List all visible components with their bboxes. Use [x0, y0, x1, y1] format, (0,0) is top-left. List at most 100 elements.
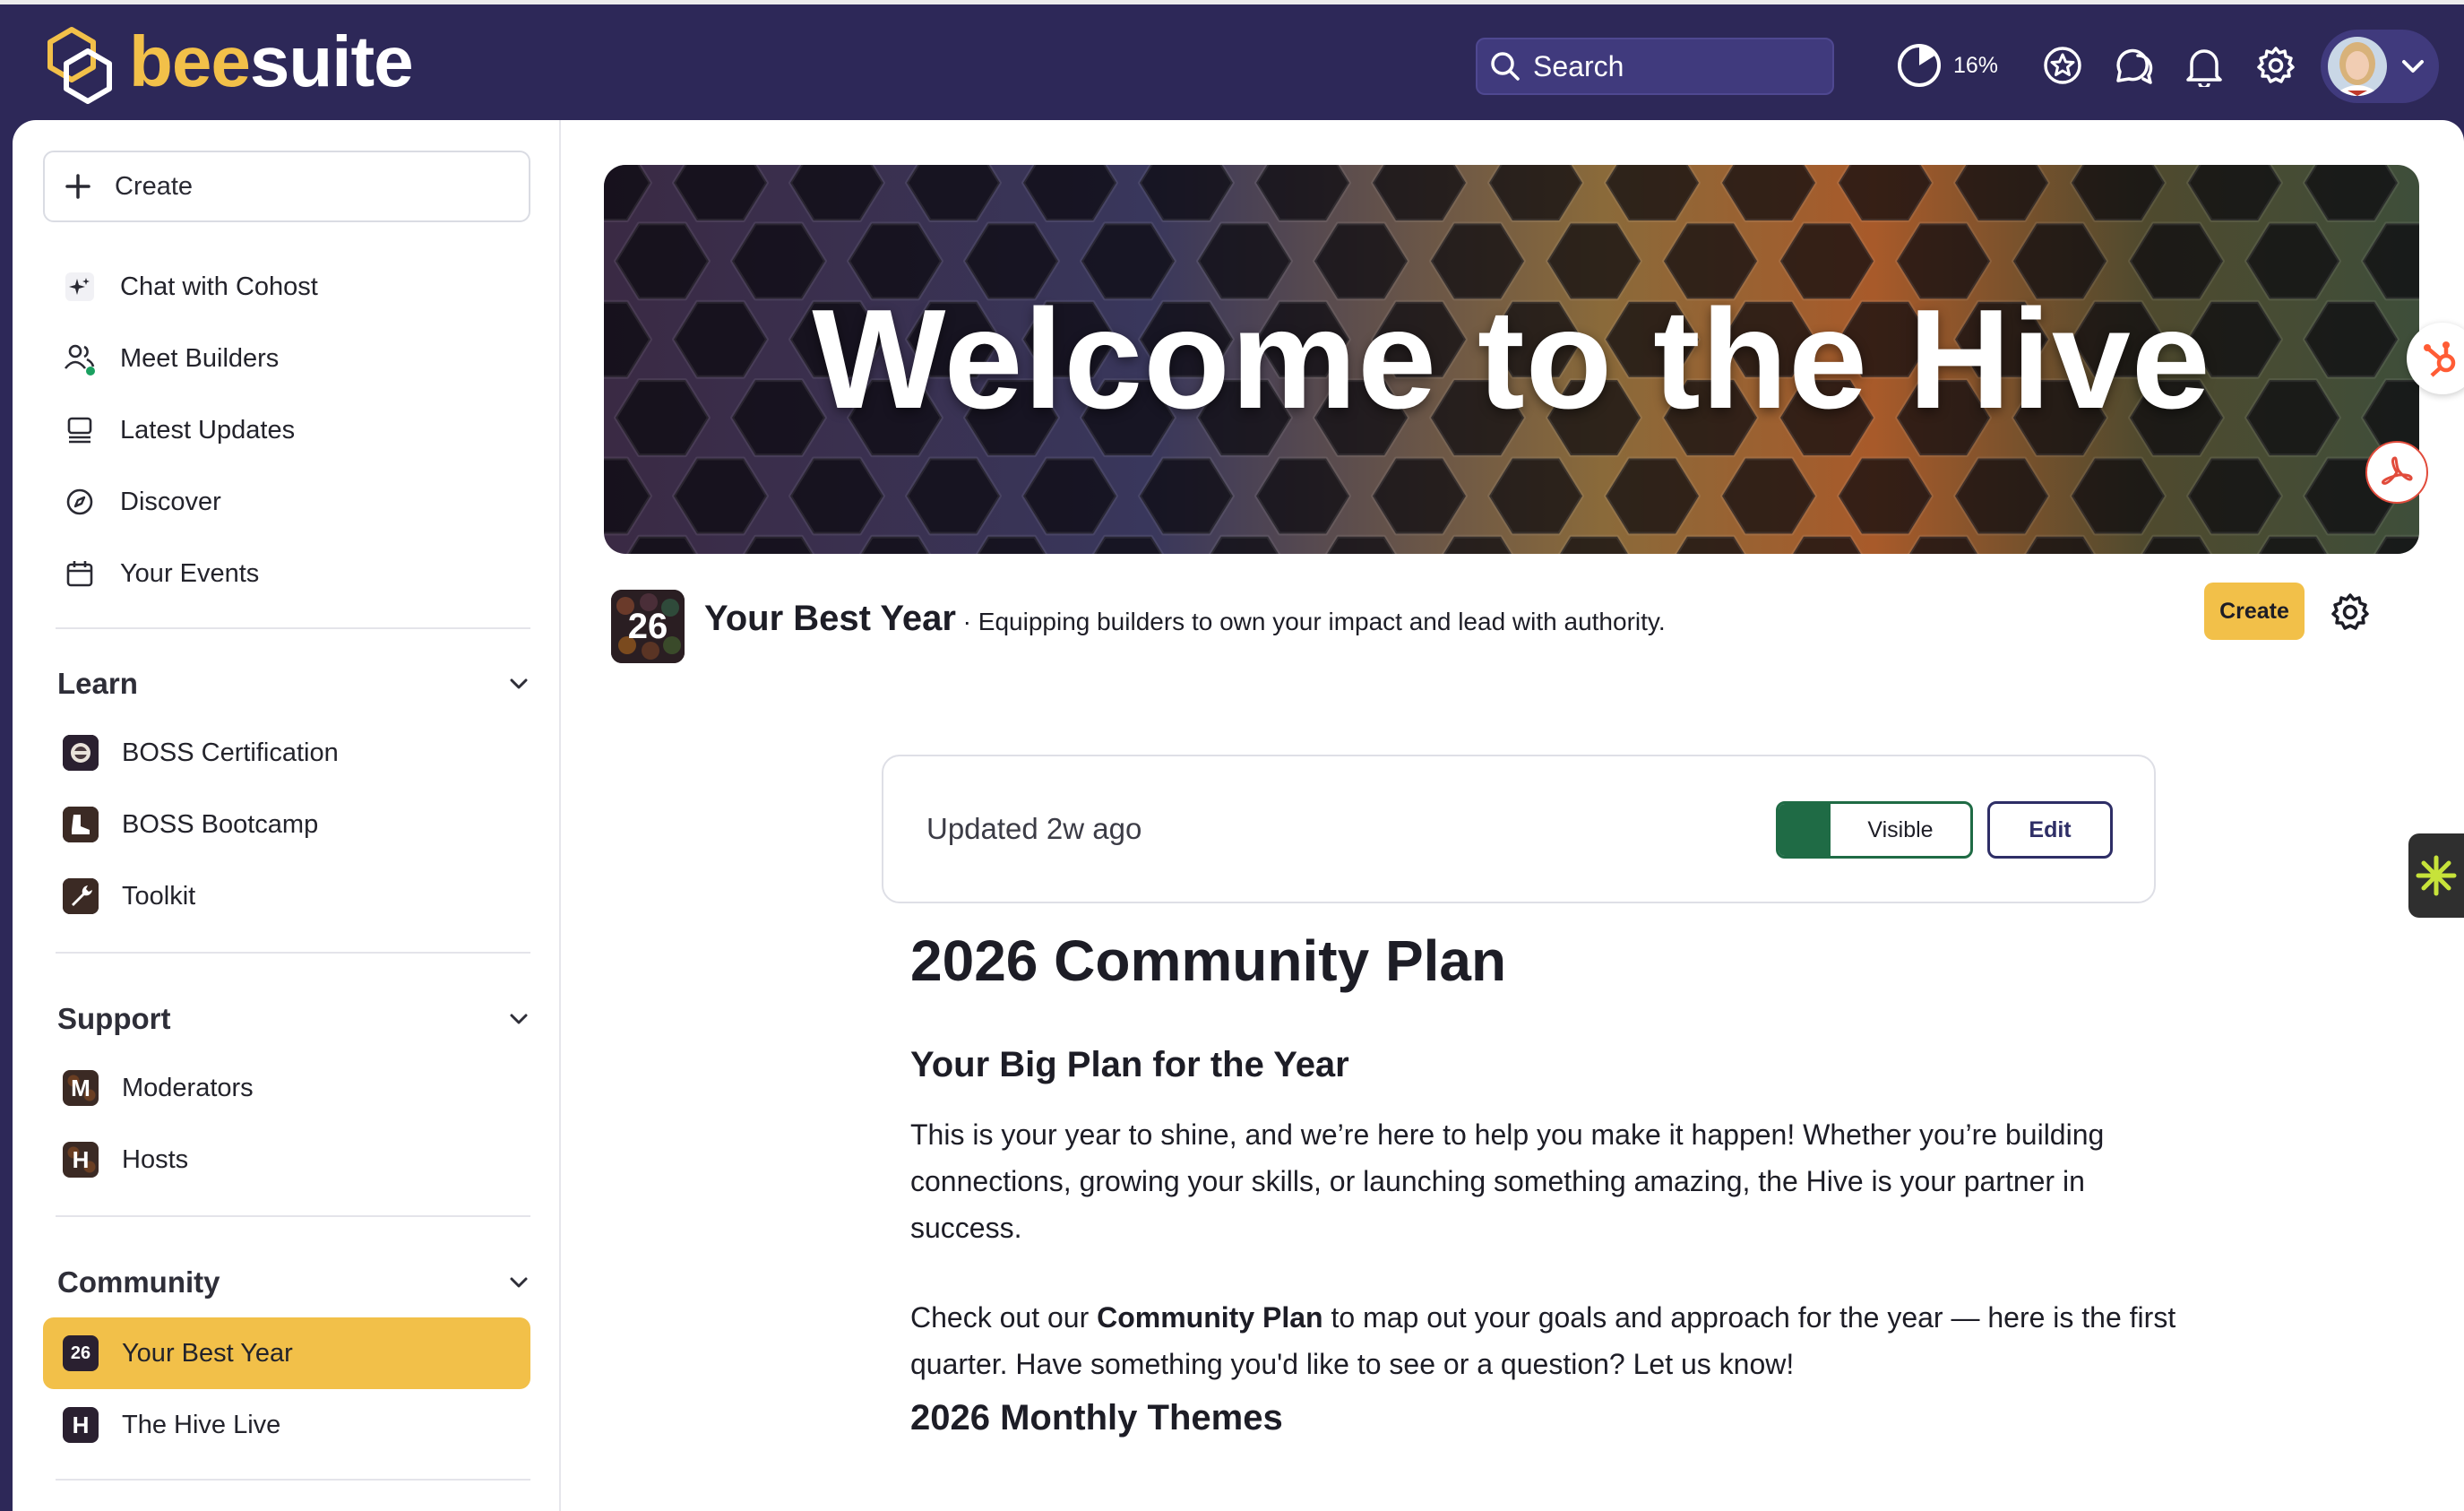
sidebar-item-label: BOSS Certification — [122, 738, 339, 767]
progress-ring-icon — [1898, 44, 1941, 87]
plus-icon — [65, 174, 90, 199]
brand-logo[interactable]: beesuite — [45, 24, 414, 107]
sidebar-item-the-hive-live[interactable]: H The Hive Live — [43, 1389, 530, 1461]
section-header-community[interactable]: Community — [57, 1260, 530, 1305]
brand-name-part2: suite — [249, 22, 414, 101]
section-title: Support — [57, 1002, 171, 1035]
sidebar-item-meet-builders[interactable]: Meet Builders — [43, 323, 530, 394]
moderators-tile-icon: M — [63, 1070, 99, 1106]
calendar-icon — [63, 557, 97, 591]
hero-banner: Welcome to the Hive — [604, 165, 2419, 554]
community-plan-emphasis: Community Plan — [1097, 1301, 1323, 1334]
brand-name: beesuite — [129, 26, 414, 98]
edit-button[interactable]: Edit — [1987, 801, 2113, 859]
sidebar-item-hosts[interactable]: H Hosts — [43, 1124, 530, 1196]
certification-badge-icon — [63, 735, 99, 771]
chevron-down-icon — [510, 1014, 528, 1024]
assistant-widget[interactable] — [2408, 833, 2464, 918]
boot-icon — [63, 807, 99, 842]
sidebar-item-label: Your Events — [120, 558, 260, 588]
best-year-tile-icon: 26 — [63, 1335, 99, 1371]
sidebar-divider — [56, 627, 530, 629]
section-header-learn[interactable]: Learn — [57, 661, 530, 706]
sidebar-item-latest-updates[interactable]: Latest Updates — [43, 394, 530, 466]
chevron-down-icon — [510, 678, 528, 689]
space-header: 26 Your Best Year · Equipping builders t… — [611, 590, 2430, 665]
hexagon-logo-icon — [47, 27, 112, 104]
sidebar-divider — [56, 1215, 530, 1217]
sidebar-divider — [56, 952, 530, 954]
toggle-knob — [1779, 804, 1831, 856]
brand-name-part1: bee — [129, 22, 251, 101]
main-content: Welcome to the Hive 26 Your Best Year · … — [561, 120, 2464, 1511]
updated-timestamp: Updated 2w ago — [926, 812, 1142, 845]
hubspot-icon — [2424, 341, 2456, 377]
article-paragraph: Check out our Community Plan to map out … — [910, 1294, 2183, 1387]
wrench-icon — [63, 878, 99, 914]
progress-label: 16% — [1953, 52, 1999, 78]
sidebar-item-your-best-year[interactable]: 26 Your Best Year — [43, 1317, 530, 1389]
compass-icon — [63, 485, 97, 519]
hosts-tile-icon: H — [63, 1142, 99, 1178]
space-name: Your Best Year — [704, 599, 956, 638]
sidebar-item-moderators[interactable]: M Moderators — [43, 1052, 530, 1124]
chevron-down-icon — [510, 1277, 528, 1288]
top-bar: beesuite 16% — [0, 0, 2464, 120]
sidebar-item-label: Toolkit — [122, 881, 196, 911]
hive-live-tile-icon: H — [63, 1407, 99, 1443]
asterisk-spark-icon — [2416, 855, 2457, 896]
search-input[interactable] — [1531, 48, 1822, 84]
sidebar-item-label: Meet Builders — [120, 343, 280, 373]
gear-icon — [2257, 47, 2295, 83]
sidebar-item-label: Latest Updates — [120, 415, 296, 445]
article-subheading: 2026 Monthly Themes — [910, 1398, 1283, 1438]
space-logo-text: 26 — [627, 606, 668, 646]
visibility-toggle[interactable]: Visible — [1776, 801, 1973, 859]
sidebar-item-boss-certification[interactable]: BOSS Certification — [43, 717, 530, 789]
sidebar-item-toolkit[interactable]: Toolkit — [43, 860, 530, 932]
bell-icon — [2186, 49, 2222, 87]
chat-bubbles-icon — [2116, 48, 2153, 84]
sidebar-item-boss-bootcamp[interactable]: BOSS Bootcamp — [43, 789, 530, 860]
notifications-button[interactable] — [2179, 40, 2229, 91]
avatar — [2328, 37, 2387, 96]
progress-indicator[interactable]: 16% — [1896, 40, 2012, 91]
hero-title: Welcome to the Hive — [812, 280, 2211, 438]
sidebar-item-your-events[interactable]: Your Events — [43, 538, 530, 609]
profile-menu[interactable] — [2321, 30, 2439, 103]
people-icon — [63, 341, 97, 376]
sidebar-item-label: The Hive Live — [122, 1410, 281, 1439]
space-separator: · — [955, 608, 978, 635]
sidebar-item-label: BOSS Bootcamp — [122, 809, 319, 839]
settings-button[interactable] — [2251, 40, 2301, 91]
space-title-line: Your Best Year · Equipping builders to o… — [704, 599, 1666, 639]
pdf-widget[interactable] — [2365, 441, 2428, 504]
space-description: Equipping builders to own your impact an… — [978, 608, 1666, 635]
space-create-button[interactable]: Create — [2204, 583, 2305, 640]
updates-icon — [63, 413, 97, 447]
create-label: Create — [115, 171, 194, 201]
sidebar-create-button[interactable]: Create — [43, 151, 530, 222]
sidebar-item-discover[interactable]: Discover — [43, 466, 530, 538]
section-header-support[interactable]: Support — [57, 997, 530, 1041]
sidebar-item-label: Chat with Cohost — [120, 272, 318, 301]
section-title: Community — [57, 1265, 220, 1299]
article-paragraph: This is your year to shine, and we’re he… — [910, 1118, 2105, 1244]
toggle-label: Visible — [1867, 816, 1934, 842]
search-box[interactable] — [1476, 38, 1834, 95]
sidebar-item-label: Moderators — [122, 1073, 254, 1102]
space-logo: 26 — [611, 590, 685, 663]
sidebar-item-label: Discover — [120, 487, 221, 516]
sidebar-item-label: Your Best Year — [122, 1338, 293, 1368]
chevron-down-icon — [2402, 60, 2424, 73]
sidebar-item-label: Hosts — [122, 1144, 189, 1174]
article-subheading: Your Big Plan for the Year — [910, 1045, 1349, 1084]
sidebar-item-chat-with-cohost[interactable]: Chat with Cohost — [43, 251, 530, 323]
sidebar-divider — [56, 1479, 530, 1481]
achievements-button[interactable] — [2038, 40, 2088, 91]
sparkle-icon — [63, 270, 97, 304]
star-badge-icon — [2044, 47, 2081, 84]
messages-button[interactable] — [2107, 40, 2158, 91]
space-settings-gear-icon[interactable] — [2330, 591, 2371, 633]
acrobat-pdf-icon — [2381, 456, 2413, 485]
